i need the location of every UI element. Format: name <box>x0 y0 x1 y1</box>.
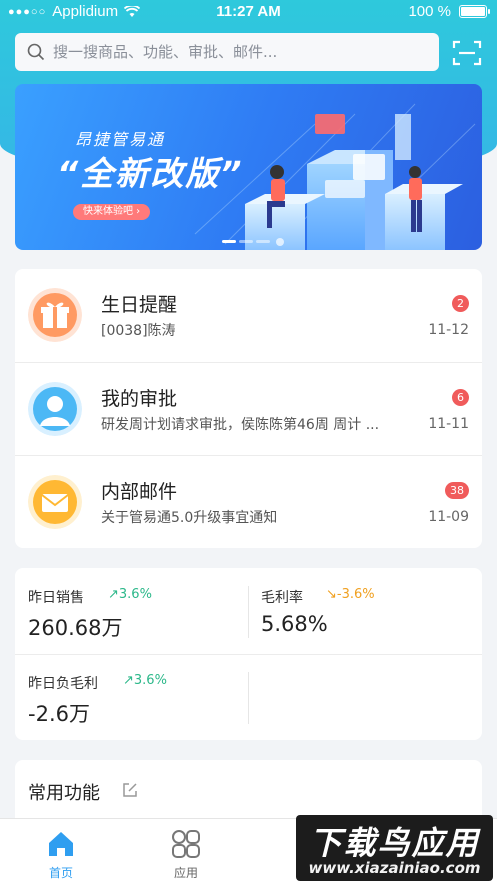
carousel-dot <box>256 240 270 243</box>
message-item-birthday[interactable]: 生日提醒 [0038]陈涛 2 11-12 <box>15 269 482 362</box>
watermark-title: 下载鸟应用 <box>309 824 480 862</box>
carousel-dot <box>239 240 253 243</box>
battery-percent: 100 % <box>408 3 451 20</box>
section-title: 常用功能 <box>28 783 100 804</box>
tab-apps[interactable]: 应用 <box>126 819 246 883</box>
stat-negative-margin[interactable]: 昨日负毛利 ↗3.6% -2.6万 <box>15 654 248 740</box>
divider <box>15 654 482 655</box>
message-desc: [0038]陈涛 <box>101 323 176 339</box>
edit-icon[interactable] <box>121 781 139 799</box>
stat-label: 昨日销售 <box>28 590 84 606</box>
search-input[interactable] <box>53 43 423 61</box>
banner-cta-button[interactable]: 快来体验吧 › <box>73 204 151 220</box>
promo-banner[interactable]: 昂捷管易通 “全新改版” 快来体验吧 › <box>15 84 482 250</box>
search-bar[interactable] <box>15 33 439 71</box>
carousel-indicator <box>222 240 270 243</box>
message-desc: 关于管易通5.0升级事宜通知 <box>101 510 278 526</box>
watermark-logo: 下载鸟应用 www.xiazainiao.com <box>296 815 493 881</box>
unread-badge: 38 <box>445 482 469 499</box>
stat-trend: ↗3.6% <box>123 673 167 688</box>
unread-badge: 6 <box>452 389 469 406</box>
stat-trend: ↘-3.6% <box>326 587 375 602</box>
message-item-approval[interactable]: 我的审批 研发周计划请求审批，侯陈陈第46周 周计 ... 6 11-11 <box>15 362 482 455</box>
unread-badge: 2 <box>452 295 469 312</box>
stat-label: 毛利率 <box>261 590 303 606</box>
divider <box>248 672 249 724</box>
apps-grid-icon <box>172 830 200 858</box>
stat-value: 5.68% <box>261 612 328 636</box>
message-title: 内部邮件 <box>101 481 178 503</box>
tab-label: 首页 <box>48 866 73 880</box>
stats-panel: 昨日销售 ↗3.6% 260.68万 毛利率 ↘-3.6% 5.68% 昨日负毛… <box>15 568 482 740</box>
stat-value: 260.68万 <box>28 616 123 640</box>
message-date: 11-09 <box>428 509 469 525</box>
divider <box>248 586 249 638</box>
stat-gross-margin[interactable]: 毛利率 ↘-3.6% 5.68% <box>248 568 481 654</box>
user-avatar-icon <box>28 382 82 436</box>
tab-label: 应用 <box>173 866 198 880</box>
message-item-mail[interactable]: 内部邮件 关于管易通5.0升级事宜通知 38 11-09 <box>15 455 482 548</box>
stat-trend: ↗3.6% <box>108 587 152 602</box>
mail-icon <box>28 475 82 529</box>
carousel-dot <box>222 240 236 243</box>
message-title: 我的审批 <box>101 388 178 410</box>
scan-icon[interactable] <box>452 40 482 66</box>
banner-title: “全新改版” <box>57 154 244 193</box>
message-list: 生日提醒 [0038]陈涛 2 11-12 我的审批 研发周计划请求审批，侯陈陈… <box>15 269 482 548</box>
stat-label: 昨日负毛利 <box>28 676 98 692</box>
home-icon <box>49 832 73 856</box>
stat-value: -2.6万 <box>28 702 90 726</box>
message-title: 生日提醒 <box>101 294 178 316</box>
status-bar: ●●●○○ Applidium 11:27 AM 100 % <box>0 0 497 26</box>
search-icon <box>27 43 45 61</box>
watermark-url: www.xiazainiao.com <box>308 859 481 877</box>
tab-home[interactable]: 首页 <box>1 819 121 883</box>
message-date: 11-12 <box>428 322 469 338</box>
message-desc: 研发周计划请求审批，侯陈陈第46周 周计 ... <box>101 417 380 433</box>
message-date: 11-11 <box>428 416 469 432</box>
stat-yesterday-sales[interactable]: 昨日销售 ↗3.6% 260.68万 <box>15 568 248 654</box>
battery-icon <box>459 5 490 18</box>
gift-icon <box>28 288 82 342</box>
